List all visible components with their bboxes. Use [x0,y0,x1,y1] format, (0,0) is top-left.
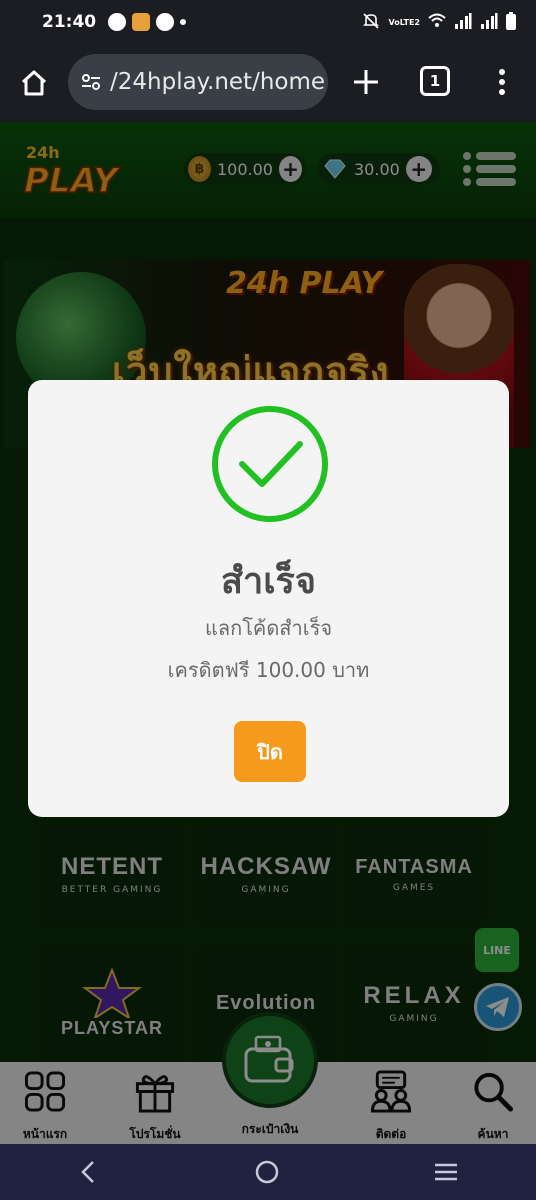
signal-icon-2 [480,12,498,32]
success-check-icon [212,406,328,522]
new-tab-button[interactable] [348,64,384,100]
browser-home-button[interactable] [14,63,54,103]
home-icon [21,70,47,96]
system-icons: VoLTE2 [362,11,516,33]
wifi-icon [428,13,446,32]
dialog-title: สำเร็จ [221,561,316,602]
tab-count: 1 [429,72,441,90]
dialog-message: แลกโค้ดสำเร็จ [204,616,333,640]
browser-toolbar: /24hplay.net/home 1 [0,44,536,122]
tab-switcher-button[interactable]: 1 [420,66,450,96]
menu-dot [499,69,505,75]
volte-label: VoLTE2 [388,17,420,27]
url-text: /24hplay.net/home [110,69,326,95]
battery-icon [506,11,516,33]
browser-menu-button[interactable] [490,64,514,100]
android-navigation-bar [0,1144,536,1200]
messenger-icon [108,13,127,31]
back-icon[interactable] [77,1160,101,1184]
signal-icon-1 [454,12,472,32]
dialog-amount: เครดิตฟรี 100.00 บาท [167,658,370,682]
recents-icon[interactable] [433,1160,459,1184]
menu-dot [499,89,505,95]
status-bar: 21:40 VoLTE2 [0,0,536,44]
notification-icons [108,13,187,31]
line-notif-icon [156,13,175,31]
close-button[interactable]: ปิด [234,721,306,782]
address-bar[interactable]: /24hplay.net/home [68,54,328,110]
site-settings-icon[interactable] [80,71,102,93]
home-circle-icon[interactable] [254,1159,280,1185]
shopee-icon [132,13,151,31]
dot-icon [180,19,187,25]
status-time: 21:40 [42,12,97,32]
mute-icon [362,12,380,33]
menu-dot [499,79,505,85]
success-dialog: สำเร็จ แลกโค้ดสำเร็จ เครดิตฟรี 100.00 บา… [28,380,509,817]
